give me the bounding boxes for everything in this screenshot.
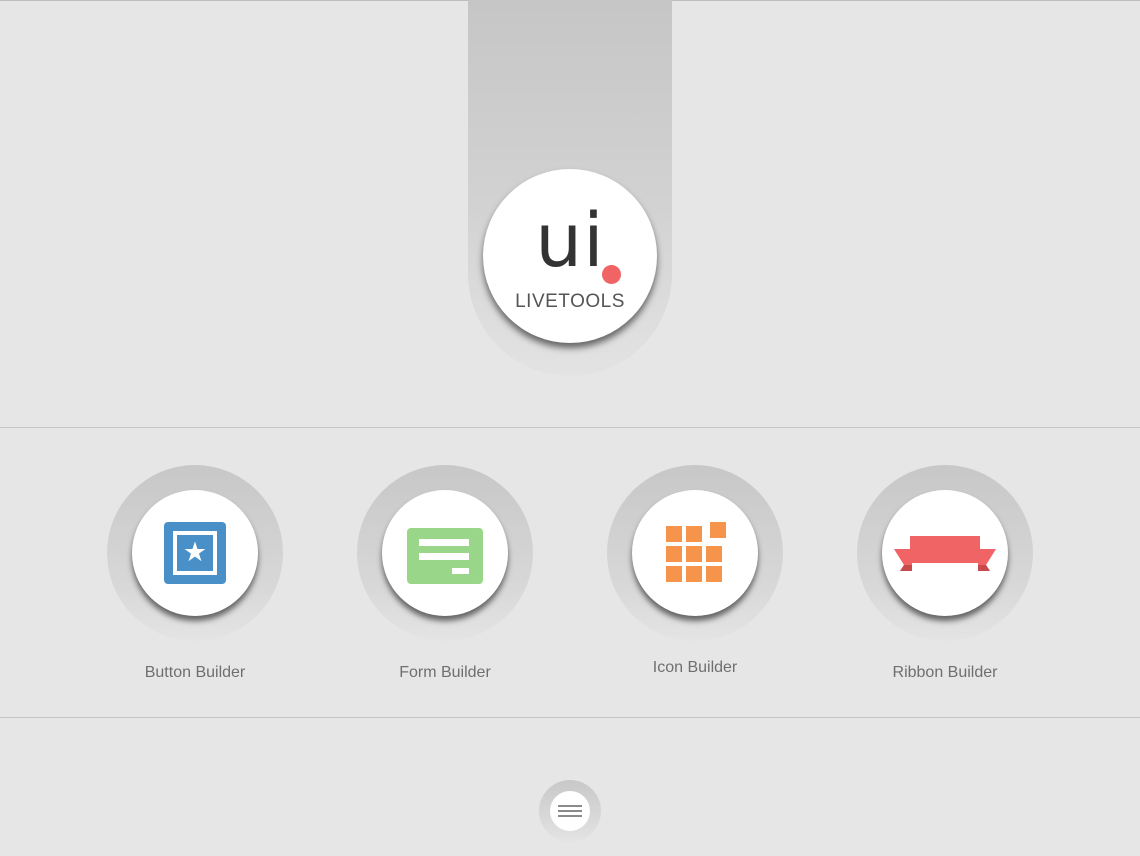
ribbon-icon	[882, 490, 1008, 616]
logo-mark: ui	[535, 198, 605, 284]
tool-ribbon-builder[interactable]: Ribbon Builder	[857, 465, 1033, 695]
form-icon	[407, 528, 483, 584]
divider-top	[0, 427, 1140, 428]
tool-disc[interactable]: ★	[132, 490, 258, 616]
tool-button-builder[interactable]: ★ Button Builder	[107, 465, 283, 695]
logo-dot	[602, 265, 621, 284]
hamburger-icon	[550, 791, 590, 831]
divider-bottom	[0, 717, 1140, 718]
tool-form-builder[interactable]: Form Builder	[357, 465, 533, 695]
menu-button[interactable]	[539, 780, 601, 842]
tool-label-icon-builder[interactable]: Icon Builder	[587, 659, 803, 677]
tool-disc[interactable]	[382, 490, 508, 616]
star-square-icon: ★	[164, 522, 226, 584]
tool-disc[interactable]	[882, 490, 1008, 616]
tool-label-form-builder[interactable]: Form Builder	[337, 664, 553, 682]
menu-disc[interactable]	[550, 791, 590, 831]
tool-disc[interactable]	[632, 490, 758, 616]
logo[interactable]: ui LIVETOOLS	[483, 169, 657, 343]
tool-icon-builder[interactable]: Icon Builder	[607, 465, 783, 695]
tool-label-ribbon-builder[interactable]: Ribbon Builder	[837, 664, 1053, 682]
grid-icon	[632, 490, 758, 616]
tool-label-button-builder[interactable]: Button Builder	[87, 664, 303, 682]
logo-subtitle: LIVETOOLS	[515, 291, 625, 312]
